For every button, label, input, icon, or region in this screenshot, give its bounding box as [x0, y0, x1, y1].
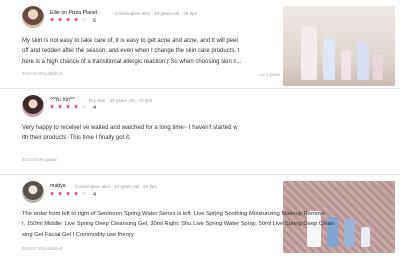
helpful-button[interactable]: 👍︎ 1 push	[260, 72, 280, 78]
review-item: mattya · Combination skin · 23 years old…	[0, 174, 400, 257]
avatar[interactable]	[22, 6, 44, 28]
user-meta: · Combination skin · 23 years old · 84 t…	[72, 183, 157, 189]
review-text-line[interactable]: here is a high chance of a transitional …	[22, 57, 241, 67]
review-item: ^^Yu Xin^^ · Dry skin · 33 years old · 2…	[0, 88, 400, 253]
review-date: 2019.07.25 published	[22, 246, 63, 251]
username[interactable]: Ellie on Pizza Planet	[50, 10, 97, 16]
rating-score: 4	[93, 192, 97, 198]
review-date: 2019.07.09 update	[22, 157, 57, 162]
review-text: The order from left to right of Sendoren…	[22, 209, 334, 240]
rating-score: 4	[93, 105, 97, 111]
rating-hearts: ♥ ♥ ♥ ♥ ♥ 6	[50, 17, 97, 24]
user-meta: · Combination skin · 23 years old · 29 t…	[112, 10, 197, 16]
review-date: 2019.04.30 published	[22, 71, 63, 76]
heart-icon: ♥	[74, 104, 79, 111]
heart-icon: ♥	[66, 191, 71, 198]
heart-icon: ♥	[74, 191, 79, 198]
review-text-line: off and redden after the season, and eve…	[22, 48, 240, 55]
review-text-line: sing Gel Facial Gel I Commodity use theo…	[22, 231, 134, 238]
review-text: My skin is not easy to take care of, it …	[22, 36, 241, 67]
heart-icon: ♥	[58, 191, 63, 198]
heart-icon: ♥	[50, 104, 55, 111]
heart-icon: ♥	[58, 17, 63, 24]
rating-hearts: ♥ ♥ ♥ ♥ ♥ 4	[50, 104, 97, 111]
review-text: Very happy to receive! ve waited and wat…	[22, 123, 237, 144]
heart-icon: ♥	[58, 104, 63, 111]
review-item: Ellie on Pizza Planet · Combination skin…	[0, 0, 400, 88]
review-text-line: Very happy to receive! ve waited and wat…	[22, 125, 238, 131]
review-text-line: r, 150ml Middle: Live Spring Deep Cleans…	[22, 221, 334, 228]
heart-icon: ♥	[82, 191, 87, 198]
heart-icon: ♥	[66, 17, 71, 24]
heart-icon: ♥	[50, 17, 55, 24]
review-text-line: My skin is not easy to take care of, it …	[22, 38, 238, 44]
heart-icon: ♥	[74, 17, 79, 24]
username[interactable]: mattya	[50, 183, 66, 189]
rating-hearts: ♥ ♥ ♥ ♥ ♥ 4	[50, 191, 97, 198]
rating-score: 6	[93, 18, 97, 24]
heart-icon: ♥	[82, 17, 87, 24]
review-text-line: ith their products. This time I finally …	[22, 135, 131, 142]
review-text-line: The order from left to right of Sendoren…	[22, 211, 326, 217]
thumb-up-icon: 👍︎	[260, 72, 265, 77]
user-meta: · Dry skin · 33 years old · 27 tips	[86, 97, 153, 103]
username[interactable]: ^^Yu Xin^^	[50, 97, 75, 103]
heart-icon: ♥	[66, 104, 71, 111]
heart-icon: ♥	[82, 104, 87, 111]
heart-icon: ♥	[50, 191, 55, 198]
avatar[interactable]	[22, 181, 44, 203]
review-photo[interactable]	[283, 6, 395, 86]
avatar[interactable]	[22, 95, 44, 117]
